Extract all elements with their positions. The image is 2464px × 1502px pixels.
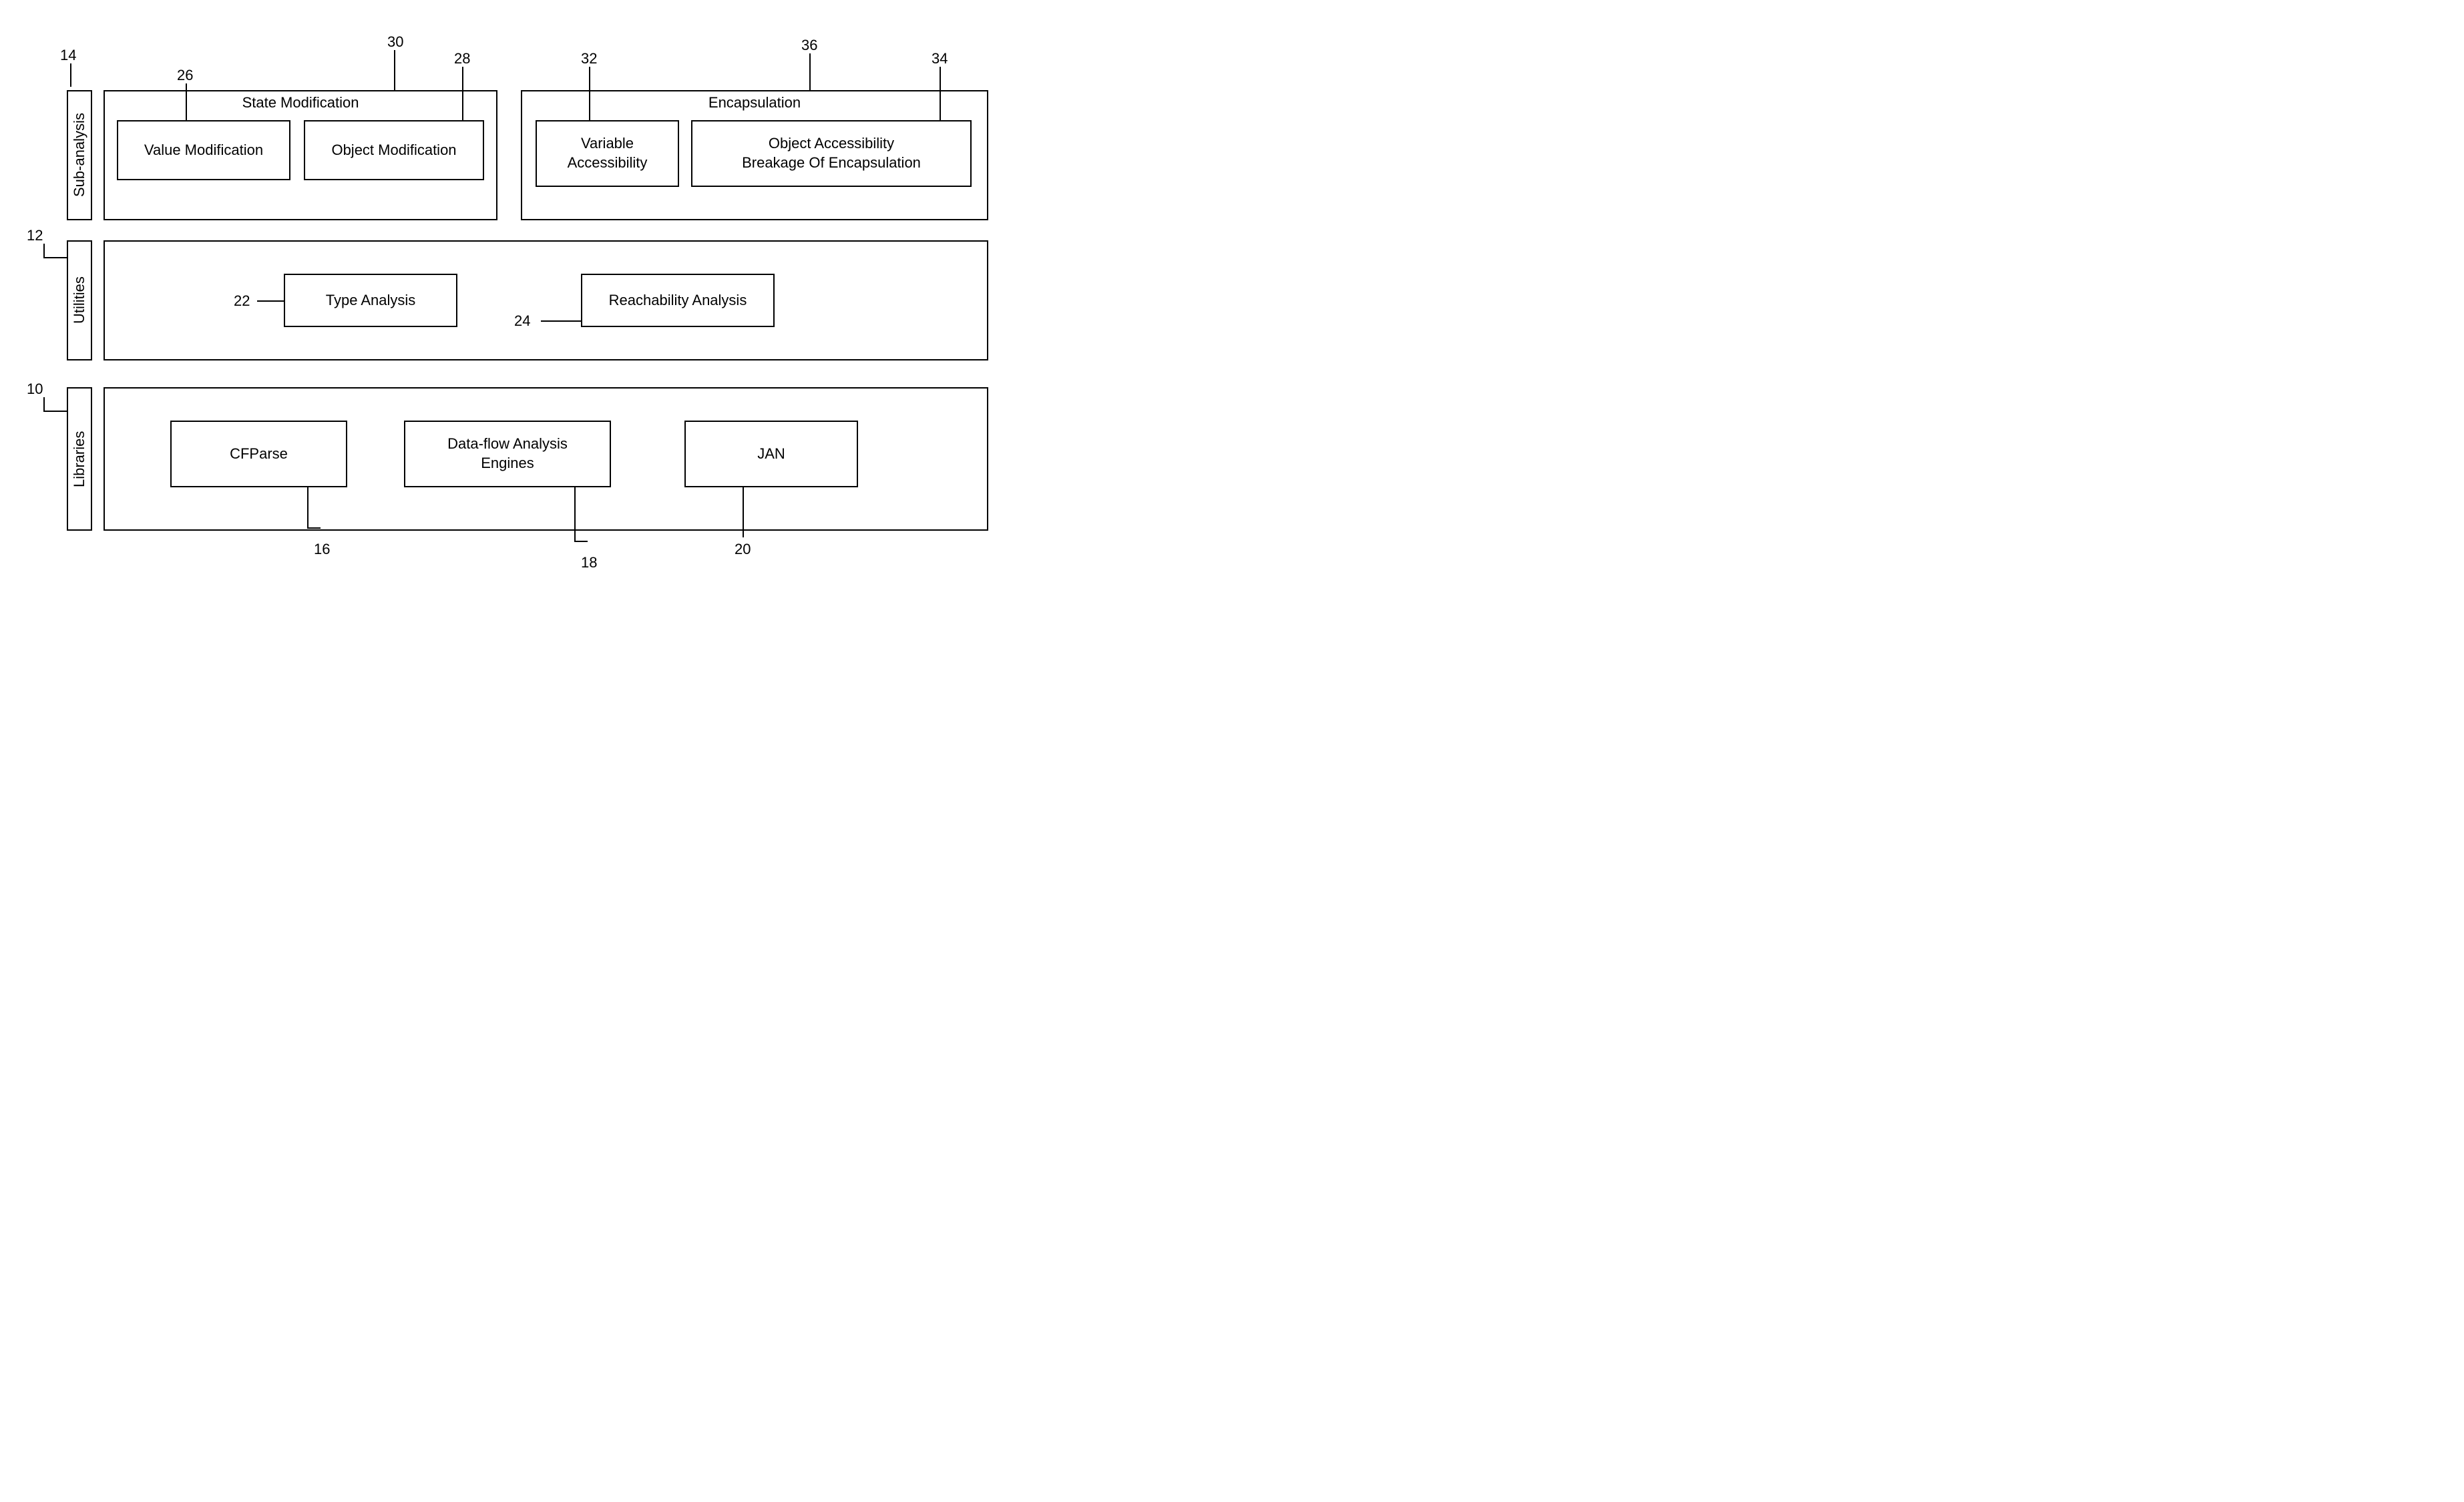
callout-18: 18	[581, 554, 597, 571]
leader-22	[257, 300, 284, 302]
leader-18h	[574, 541, 588, 542]
box-cfparse: CFParse	[170, 421, 347, 487]
callout-34: 34	[932, 50, 948, 67]
box-jan: JAN	[684, 421, 858, 487]
leader-26	[186, 83, 187, 120]
leader-12v	[43, 244, 45, 257]
callout-14: 14	[60, 47, 76, 64]
callout-12: 12	[27, 227, 43, 244]
box-reachability-analysis: Reachability Analysis	[581, 274, 775, 327]
leader-18v	[574, 487, 576, 541]
leader-28	[462, 67, 463, 120]
leader-10h	[43, 411, 67, 412]
row-label-sub-analysis: Sub-analysis	[67, 90, 92, 220]
box-type-analysis: Type Analysis	[284, 274, 457, 327]
leader-34	[940, 67, 941, 120]
group-title-state-modification: State Modification	[105, 94, 496, 111]
leader-24	[541, 320, 581, 322]
leader-20	[743, 487, 744, 537]
row-label-libraries: Libraries	[67, 387, 92, 531]
group-title-encapsulation: Encapsulation	[522, 94, 987, 111]
box-value-modification: Value Modification	[117, 120, 290, 180]
leader-36	[809, 53, 811, 90]
callout-24: 24	[514, 312, 530, 330]
callout-36: 36	[801, 37, 817, 54]
leader-12h	[43, 257, 67, 258]
callout-22: 22	[234, 292, 250, 310]
leader-16v	[307, 487, 309, 527]
leader-14	[70, 63, 71, 87]
box-dataflow-engines: Data-flow Analysis Engines	[404, 421, 611, 487]
box-variable-accessibility: Variable Accessibility	[536, 120, 679, 187]
callout-20: 20	[735, 541, 751, 558]
architecture-diagram: Sub-analysis 14 State Modification 30 Va…	[27, 27, 1028, 628]
box-object-accessibility: Object Accessibility Breakage Of Encapsu…	[691, 120, 972, 187]
callout-30: 30	[387, 33, 403, 51]
callout-16: 16	[314, 541, 330, 558]
callout-32: 32	[581, 50, 597, 67]
leader-32	[589, 67, 590, 120]
callout-28: 28	[454, 50, 470, 67]
leader-10v	[43, 397, 45, 411]
callout-26: 26	[177, 67, 193, 84]
leader-30	[394, 50, 395, 90]
box-object-modification: Object Modification	[304, 120, 484, 180]
row-label-utilities: Utilities	[67, 240, 92, 360]
callout-10: 10	[27, 381, 43, 398]
leader-16h	[307, 527, 321, 529]
